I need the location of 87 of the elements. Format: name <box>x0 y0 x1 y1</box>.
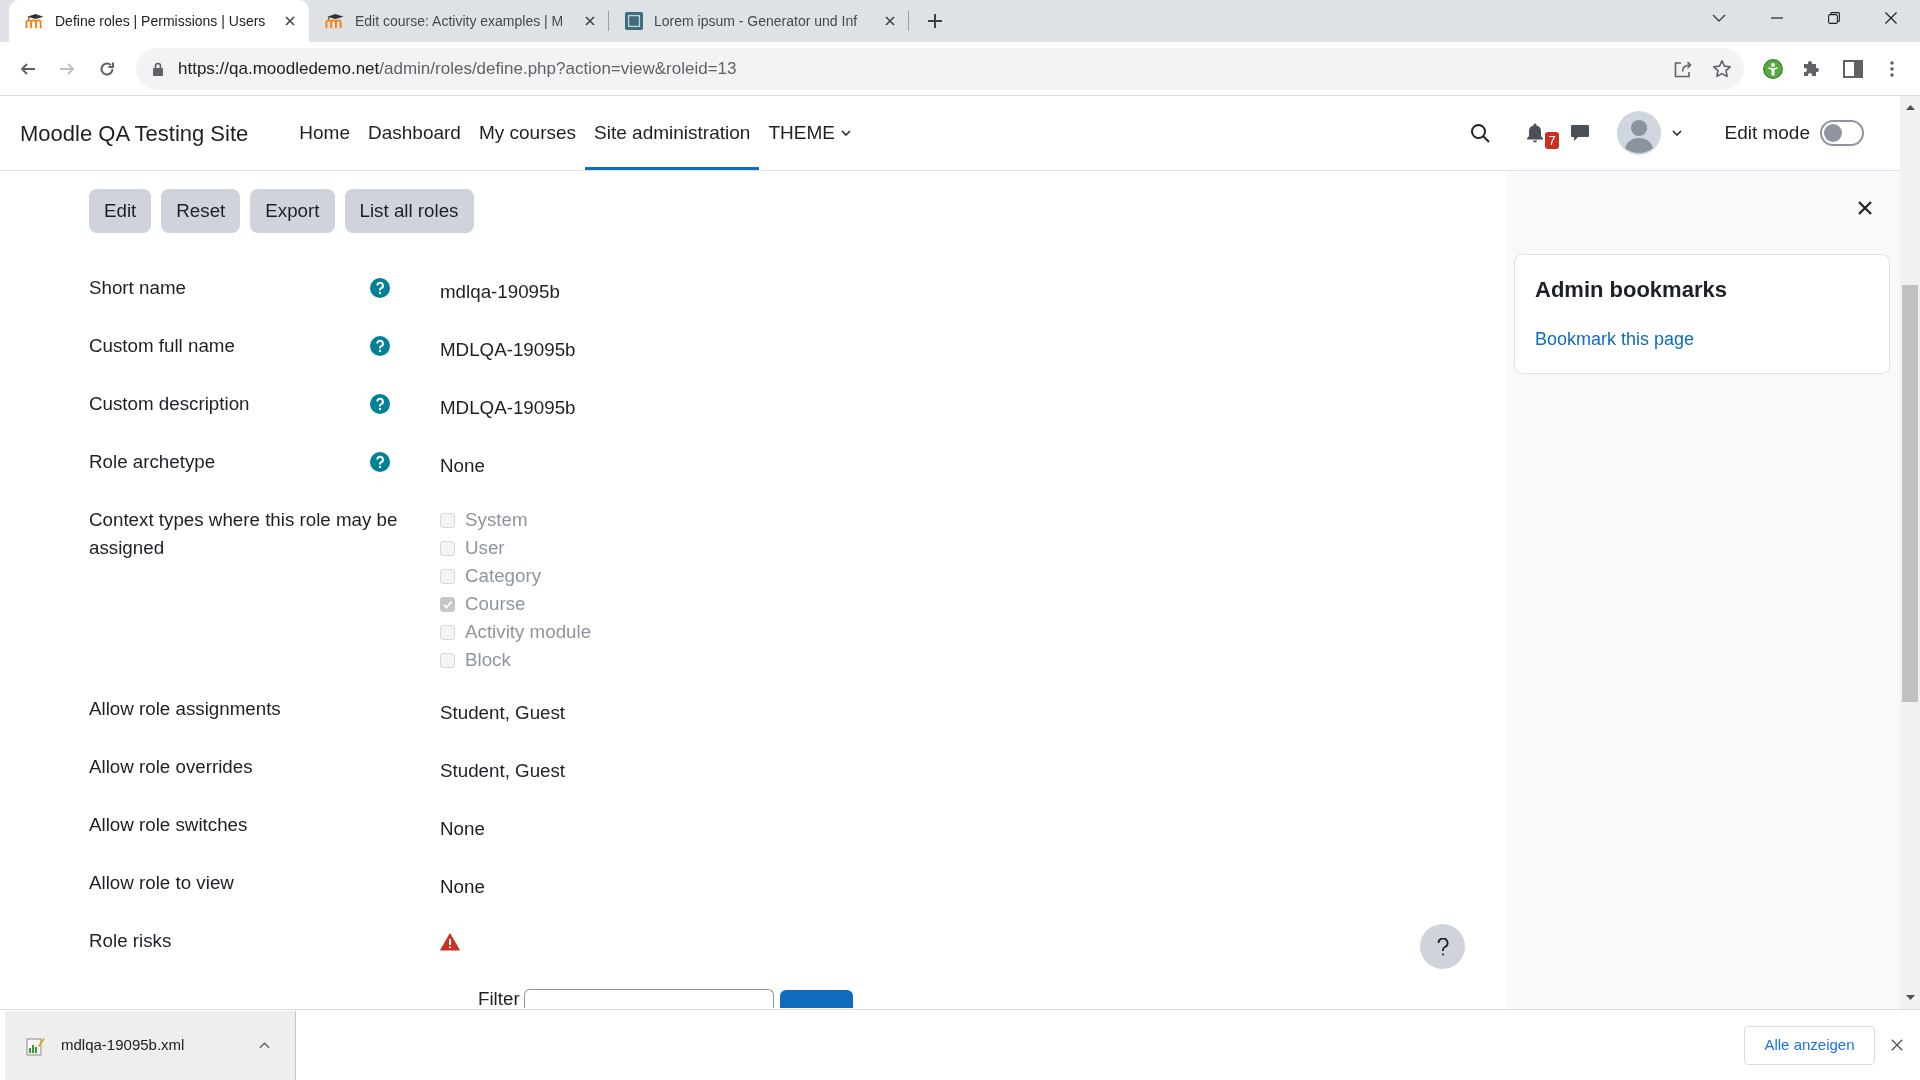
show-all-button[interactable]: Alle anzeigen <box>1744 1025 1875 1065</box>
action-button[interactable]: Reset <box>161 189 241 233</box>
field-label: Context types where this role may be assigned <box>89 508 399 560</box>
bell-icon[interactable] <box>1526 123 1545 143</box>
scroll-down-icon[interactable] <box>1905 995 1915 1000</box>
nav-link[interactable]: THEME <box>759 96 860 170</box>
chat-icon[interactable] <box>1570 123 1591 143</box>
bookmark-link[interactable]: Bookmark this page <box>1535 325 1695 353</box>
download-item[interactable]: mdlqa-19095b.xml <box>5 1011 296 1080</box>
address-bar[interactable]: https://qa.moodledemo.net/admin/roles/define.php?action=view&roleid=13 <box>136 47 1744 90</box>
field-value: None <box>440 875 485 899</box>
field-label: Allow role assignments <box>89 697 281 721</box>
favicon-icon <box>25 13 44 29</box>
checkbox-label: System <box>465 508 528 532</box>
browser-tab[interactable]: Edit course: Activity examples | M <box>309 0 609 42</box>
close-icon[interactable] <box>1858 201 1872 215</box>
checkbox-label: User <box>465 536 505 560</box>
field-label: Role risks <box>89 929 172 953</box>
caret-icon <box>840 130 851 136</box>
notification-badge: 7 <box>1545 132 1559 149</box>
filter-input[interactable] <box>523 989 774 1008</box>
scrollbar-track[interactable] <box>1900 96 1920 1009</box>
close-icon[interactable] <box>585 16 595 26</box>
filter-button[interactable] <box>779 990 853 1008</box>
reload-icon[interactable] <box>99 60 115 77</box>
field-value: Student, Guest <box>440 759 566 783</box>
chevron-down-icon[interactable] <box>1712 14 1726 22</box>
minimize-icon[interactable] <box>1770 17 1783 19</box>
site-name[interactable]: Moodle QA Testing Site <box>20 116 249 150</box>
more-icon[interactable] <box>1890 60 1894 77</box>
filter-label: Filter <box>478 989 520 1008</box>
field-label: Short name <box>89 276 186 300</box>
close-icon[interactable] <box>1891 1039 1903 1051</box>
checkbox-label: Category <box>465 564 542 588</box>
warning-icon <box>440 933 460 951</box>
field-label: Custom description <box>89 392 250 416</box>
share-icon[interactable] <box>1673 59 1693 78</box>
field-label: Allow role to view <box>89 871 234 895</box>
field-value: None <box>440 454 485 478</box>
field-label: Custom full name <box>89 334 235 358</box>
field-value: MDLQA-19095b <box>440 396 576 420</box>
nav-link[interactable]: Dashboard <box>359 96 470 170</box>
edit-mode-toggle[interactable] <box>1820 120 1864 146</box>
browser-tab[interactable]: Lorem ipsum - Generator und Inf <box>609 0 909 42</box>
block-title: Admin bookmarks <box>1535 276 1727 304</box>
edit-mode-label: Edit mode <box>1724 120 1810 145</box>
close-icon[interactable] <box>885 16 895 26</box>
caret-icon[interactable] <box>1672 130 1683 136</box>
action-button[interactable]: Edit <box>89 189 152 233</box>
help-icon[interactable] <box>370 394 390 414</box>
side-panel-icon[interactable] <box>1843 59 1863 78</box>
plus-icon[interactable] <box>928 14 942 28</box>
document-icon <box>26 1035 45 1056</box>
back-arrow-icon[interactable] <box>20 60 36 77</box>
browser-tab[interactable]: Define roles | Permissions | Users <box>9 0 309 42</box>
checkbox-label: Block <box>465 648 511 672</box>
restore-icon[interactable] <box>1827 12 1840 24</box>
checkbox-label: Activity module <box>465 620 592 644</box>
help-icon[interactable] <box>370 336 390 356</box>
favicon-icon <box>325 13 344 29</box>
close-icon[interactable] <box>1885 12 1897 24</box>
field-label: Role archetype <box>89 450 216 474</box>
field-label: Allow role switches <box>89 813 248 837</box>
scroll-up-icon[interactable] <box>1905 105 1915 110</box>
field-value: mdlqa-19095b <box>440 280 560 304</box>
field-value: None <box>440 817 485 841</box>
field-label: Allow role overrides <box>89 755 253 779</box>
checkbox-label: Course <box>465 592 526 616</box>
action-button[interactable]: Export <box>250 189 335 233</box>
question-icon <box>1436 937 1449 956</box>
action-button[interactable]: List all roles <box>344 189 474 233</box>
nav-link[interactable]: Home <box>290 96 359 170</box>
search-icon[interactable] <box>1470 123 1491 143</box>
field-value: Student, Guest <box>440 701 566 725</box>
help-icon[interactable] <box>370 278 390 298</box>
lock-icon <box>152 61 164 76</box>
person-badge-icon[interactable] <box>1763 58 1783 79</box>
help-icon[interactable] <box>370 452 390 472</box>
close-icon[interactable] <box>285 16 295 26</box>
avatar-icon[interactable] <box>1617 111 1662 155</box>
help-button[interactable] <box>1420 924 1465 969</box>
field-value: MDLQA-19095b <box>440 338 576 362</box>
favicon-icon <box>625 12 643 30</box>
scrollbar-thumb[interactable] <box>1902 285 1918 702</box>
nav-link[interactable]: My courses <box>469 96 586 170</box>
puzzle-icon[interactable] <box>1802 58 1822 79</box>
star-icon[interactable] <box>1712 58 1732 79</box>
